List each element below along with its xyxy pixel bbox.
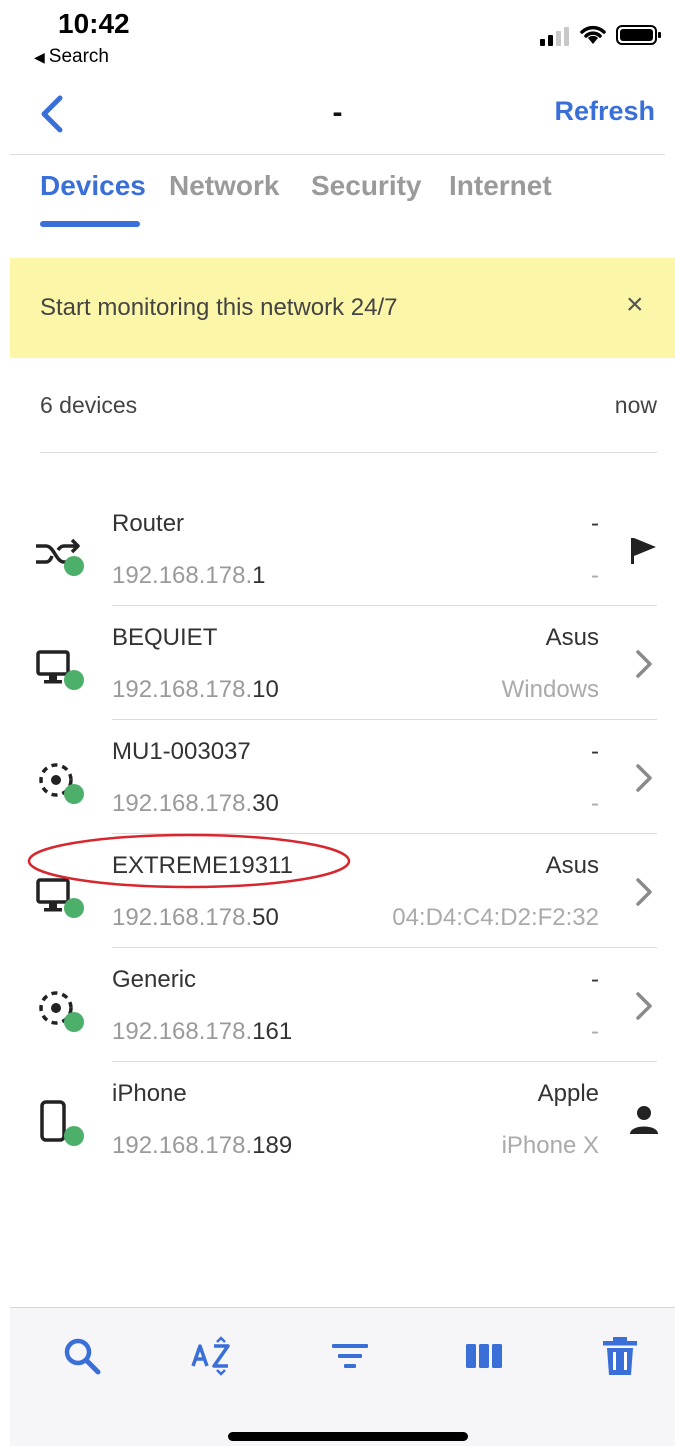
device-name: iPhone (112, 1080, 187, 1107)
device-detail: - (591, 790, 599, 817)
filter-icon[interactable] (328, 1334, 372, 1378)
trash-icon[interactable] (598, 1334, 642, 1378)
device-summary: 6 devices now (40, 392, 657, 453)
device-vendor: - (591, 966, 599, 993)
home-indicator (228, 1432, 468, 1441)
device-row[interactable]: Router 192.168.178.1 - - (0, 492, 675, 606)
navigation-bar: - Refresh (10, 82, 665, 155)
status-time: 10:42 (58, 8, 130, 39)
desktop-icon (36, 650, 84, 690)
device-name: MU1-003037 (112, 738, 251, 765)
device-detail: - (591, 562, 599, 589)
status-bar: 10:42 ◀ Search (0, 0, 675, 80)
bottom-toolbar (10, 1307, 675, 1446)
chevron-right-icon[interactable] (628, 874, 660, 910)
device-vendor: Asus (545, 624, 599, 651)
sort-az-icon[interactable] (190, 1334, 234, 1378)
device-ip: 192.168.178.189 (112, 1132, 293, 1159)
device-count: 6 devices (40, 392, 138, 418)
chevron-right-icon[interactable] (628, 646, 660, 682)
device-name: Router (112, 510, 185, 537)
device-ip: 192.168.178.10 (112, 676, 279, 703)
cellular-signal-icon (540, 27, 569, 46)
person-icon[interactable] (628, 1102, 660, 1138)
back-app-label: Search (48, 46, 109, 67)
chevron-right-icon[interactable] (628, 988, 660, 1024)
device-vendor: Asus (545, 852, 599, 879)
refresh-button[interactable]: Refresh (554, 96, 655, 127)
tab-security[interactable]: Security (311, 170, 422, 202)
flag-icon[interactable] (628, 532, 660, 568)
chevron-right-icon[interactable] (628, 760, 660, 796)
device-row[interactable]: iPhone 192.168.178.189 Apple iPhone X (0, 1062, 675, 1176)
device-detail: iPhone X (501, 1132, 599, 1159)
device-name: BEQUIET (112, 624, 218, 651)
tab-devices[interactable]: Devices (40, 170, 146, 202)
monitoring-banner[interactable]: Start monitoring this network 24/7 × (10, 258, 675, 358)
battery-icon (616, 25, 661, 45)
device-ip: 192.168.178.1 (112, 562, 266, 589)
device-detail: 04:D4:C4:D2:F2:32 (392, 904, 599, 931)
columns-icon[interactable] (462, 1334, 506, 1378)
device-ip: 192.168.178.50 (112, 904, 279, 931)
device-vendor: - (591, 738, 599, 765)
device-row[interactable]: MU1-003037 192.168.178.30 - - (0, 720, 675, 834)
active-tab-indicator (40, 221, 140, 227)
tab-internet[interactable]: Internet (449, 170, 552, 202)
back-triangle-icon: ◀ (34, 49, 45, 65)
device-row[interactable]: Generic 192.168.178.161 - - (0, 948, 675, 1062)
device-detail: Windows (501, 676, 599, 703)
search-icon[interactable] (60, 1334, 104, 1378)
wifi-icon (580, 25, 606, 44)
generic-device-icon (39, 991, 84, 1032)
device-ip: 192.168.178.161 (112, 1018, 293, 1045)
back-to-app-link[interactable]: ◀ Search (34, 46, 109, 68)
router-shuffle-icon (36, 538, 84, 576)
tab-network[interactable]: Network (169, 170, 279, 202)
device-vendor: Apple (537, 1080, 599, 1107)
device-ip: 192.168.178.30 (112, 790, 279, 817)
close-icon[interactable]: × (626, 288, 644, 322)
device-detail: - (591, 1018, 599, 1045)
phone-icon (40, 1100, 84, 1146)
last-updated: now (614, 392, 657, 418)
device-vendor: - (591, 510, 599, 537)
device-name: Generic (112, 966, 197, 993)
generic-device-icon (39, 763, 84, 804)
device-row[interactable]: BEQUIET 192.168.178.10 Asus Windows (0, 606, 675, 720)
annotation-ellipse (27, 833, 351, 889)
banner-text: Start monitoring this network 24/7 (40, 294, 398, 321)
